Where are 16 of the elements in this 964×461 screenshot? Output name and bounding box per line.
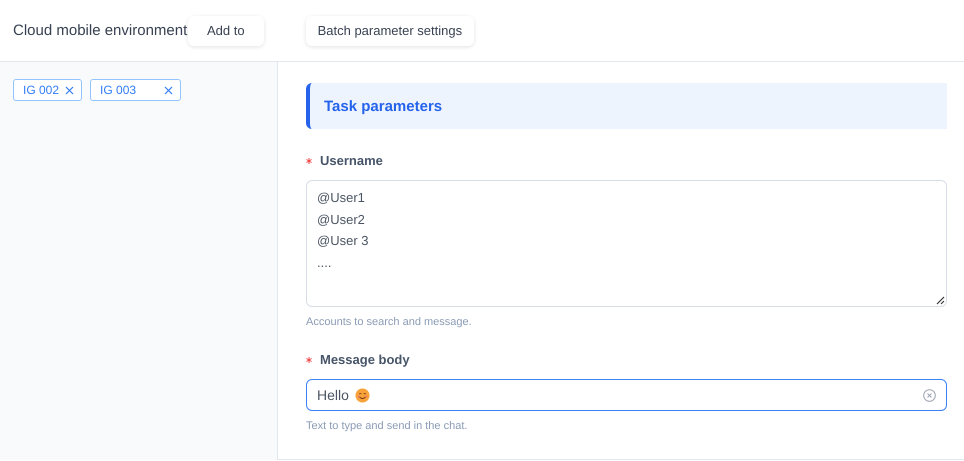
field-label: Username bbox=[320, 153, 383, 168]
message-field[interactable]: Hello bbox=[306, 379, 947, 411]
help-text: Text to type and send in the chat. bbox=[306, 420, 468, 432]
field-label: Message body bbox=[320, 352, 410, 367]
clear-icon[interactable] bbox=[923, 388, 936, 402]
close-icon[interactable] bbox=[164, 86, 174, 94]
tag: IG 003 bbox=[90, 79, 182, 101]
section-title: Task parameters bbox=[324, 98, 442, 114]
add-button[interactable]: Add to bbox=[188, 16, 264, 46]
page-title: Cloud mobile environment bbox=[12, 20, 188, 40]
tag: IG 002 bbox=[13, 79, 82, 101]
username-field[interactable]: @User1 @User2 @User 3 .... bbox=[306, 180, 947, 307]
help-text: Accounts to search and message. bbox=[306, 316, 473, 328]
batch-settings-button[interactable]: Batch parameter settings bbox=[306, 16, 474, 46]
resize-handle-icon[interactable] bbox=[936, 296, 945, 305]
close-icon[interactable] bbox=[65, 86, 74, 94]
